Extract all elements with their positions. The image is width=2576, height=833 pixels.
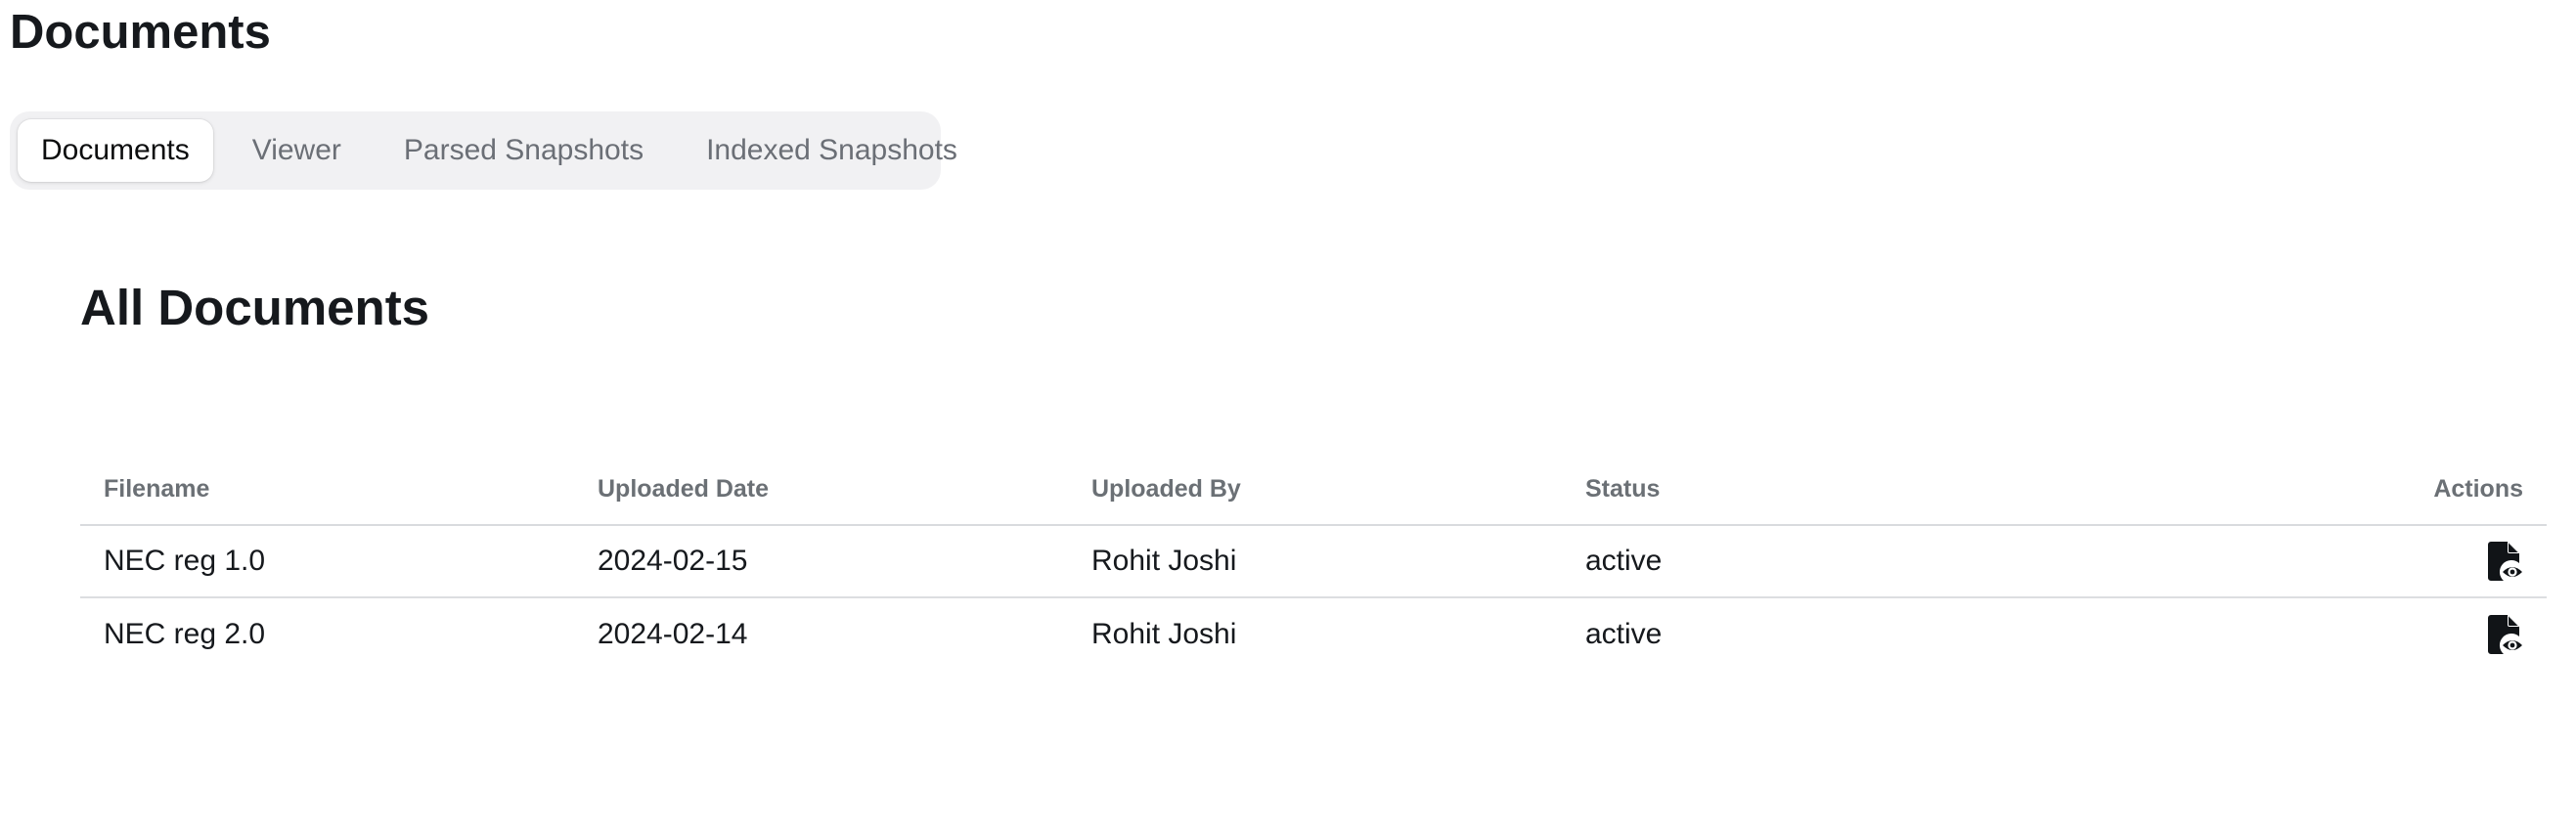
table-row: NEC reg 1.0 2024-02-15 Rohit Joshi activ… [80, 525, 2547, 598]
cell-uploaded-date: 2024-02-14 [598, 617, 748, 650]
table-row: NEC reg 2.0 2024-02-14 Rohit Joshi activ… [80, 597, 2547, 670]
file-view-icon[interactable] [2488, 614, 2523, 654]
section-title: All Documents [80, 280, 430, 335]
cell-uploaded-date: 2024-02-15 [574, 525, 1068, 598]
page-title: Documents [10, 6, 271, 59]
cell-actions [2056, 525, 2547, 598]
tab-viewer[interactable]: Viewer [229, 119, 365, 182]
tab-bar: Documents Viewer Parsed Snapshots Indexe… [10, 111, 957, 190]
file-view-icon[interactable] [2488, 542, 2523, 581]
cell-uploaded-by: Rohit Joshi [1068, 525, 1562, 598]
cell-status: active [1562, 525, 2056, 598]
tab-parsed-snapshots[interactable]: Parsed Snapshots [380, 119, 667, 182]
cell-filename: NEC reg 2.0 [104, 617, 266, 650]
cell-actions [2056, 597, 2547, 670]
table-header-row: Filename Uploaded Date Uploaded By Statu… [80, 455, 2547, 526]
documents-table: Filename Uploaded Date Uploaded By Statu… [80, 455, 2547, 670]
column-header-uploaded-date: Uploaded Date [574, 455, 1068, 526]
column-header-uploaded-by: Uploaded By [1068, 455, 1562, 526]
cell-status: active [1585, 617, 1663, 650]
cell-filename: NEC reg 1.0 [80, 525, 574, 598]
cell-uploaded-by: Rohit Joshi [1091, 617, 1237, 650]
column-header-status: Status [1562, 455, 2056, 526]
tab-indexed-snapshots[interactable]: Indexed Snapshots [683, 119, 981, 182]
column-header-actions: Actions [2056, 455, 2547, 526]
column-header-filename: Filename [80, 455, 574, 526]
tab-documents[interactable]: Documents [18, 119, 213, 182]
